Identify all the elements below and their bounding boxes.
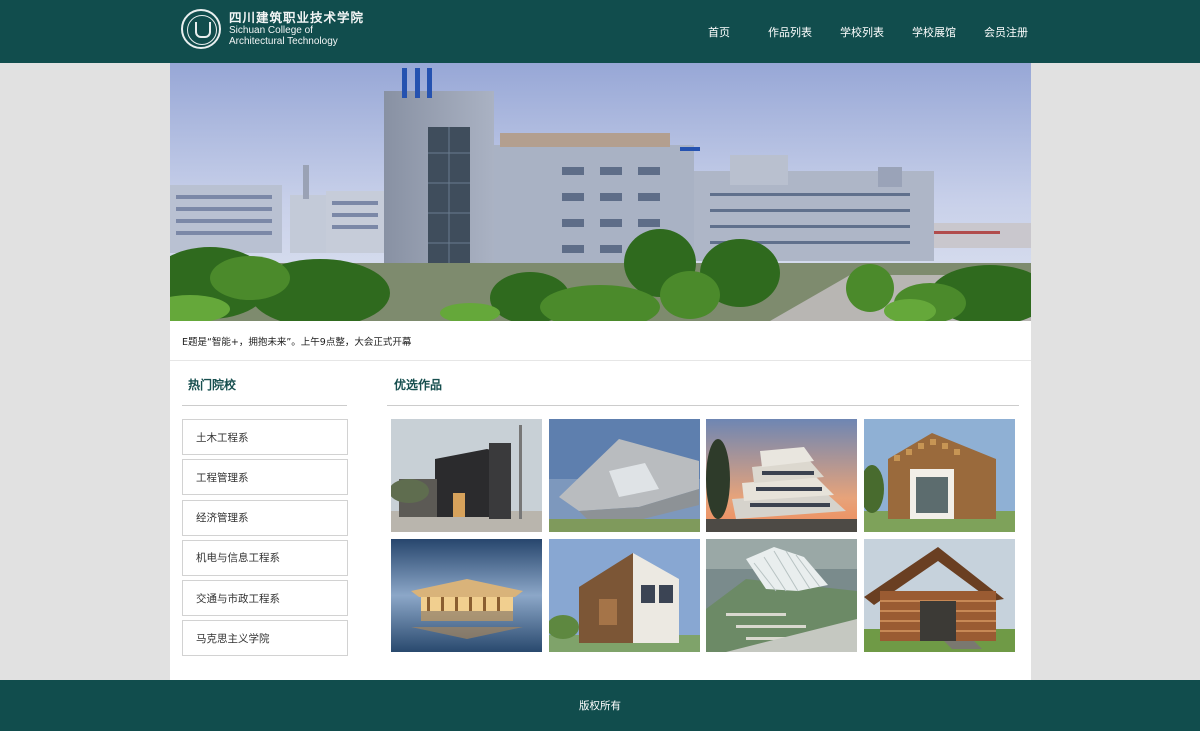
hot-schools-list: 土木工程系 工程管理系 经济管理系 机电与信息工程系 交通与市政工程系 马克思主… — [182, 419, 348, 661]
nav-schools[interactable]: 学校列表 — [840, 24, 884, 40]
work-thumbnail-stacked-balcony-building[interactable] — [706, 419, 857, 532]
logo-english-line1: Sichuan College of — [229, 25, 313, 36]
nav-exhibition[interactable]: 学校展馆 — [912, 24, 956, 40]
school-item-mechatronics-information[interactable]: 机电与信息工程系 — [182, 539, 348, 576]
school-item-economic-management[interactable]: 经济管理系 — [182, 499, 348, 536]
featured-works-title: 优选作品 — [394, 378, 443, 392]
work-thumbnail-angular-concrete-hall[interactable] — [548, 419, 700, 532]
featured-works-divider — [387, 405, 1019, 406]
school-seal-icon — [181, 9, 221, 49]
main-nav: 首页 作品列表 学校列表 学校展馆 会员注册 — [694, 0, 1056, 63]
school-item-transportation-municipal[interactable]: 交通与市政工程系 — [182, 580, 348, 617]
work-thumbnail-wood-clad-house[interactable] — [548, 539, 700, 652]
logo-chinese-name: 四川建筑职业技术学院 — [229, 10, 365, 25]
work-thumbnail-wooden-lattice-pavilion[interactable] — [863, 539, 1015, 652]
nav-works[interactable]: 作品列表 — [768, 24, 812, 40]
featured-works-grid — [391, 419, 1017, 652]
notice-divider — [170, 360, 1031, 361]
notice-ticker[interactable]: E题是“智能+，拥抱未来”。上午9点整，大会正式开幕 — [182, 334, 411, 348]
work-thumbnail-dark-timber-house[interactable] — [391, 419, 542, 532]
school-logo[interactable]: 四川建筑职业技术学院 Sichuan College of Architectu… — [181, 9, 364, 49]
school-item-civil-engineering[interactable]: 土木工程系 — [182, 419, 348, 455]
campus-banner-image — [170, 63, 1031, 321]
content-container: E题是“智能+，拥抱未来”。上午9点整，大会正式开幕 热门院校 土木工程系 工程… — [170, 63, 1031, 680]
logo-text: 四川建筑职业技术学院 Sichuan College of Architectu… — [229, 10, 365, 48]
hot-schools-title: 热门院校 — [188, 378, 237, 392]
copyright-text: 版权所有 — [579, 700, 621, 712]
school-item-engineering-management[interactable]: 工程管理系 — [182, 459, 348, 496]
school-item-marxism[interactable]: 马克思主义学院 — [182, 620, 348, 657]
footer: 版权所有 — [0, 680, 1200, 731]
hot-schools-divider — [182, 405, 347, 406]
work-thumbnail-lakeside-pavilion[interactable] — [391, 539, 542, 652]
nav-home[interactable]: 首页 — [708, 24, 730, 40]
work-thumbnail-shell-roof-pavilion[interactable] — [706, 539, 857, 652]
logo-english-line2: Architectural Technology — [229, 36, 338, 47]
work-thumbnail-wood-panel-pavilion[interactable] — [863, 419, 1015, 532]
nav-register[interactable]: 会员注册 — [984, 24, 1028, 40]
top-header: 四川建筑职业技术学院 Sichuan College of Architectu… — [0, 0, 1200, 63]
